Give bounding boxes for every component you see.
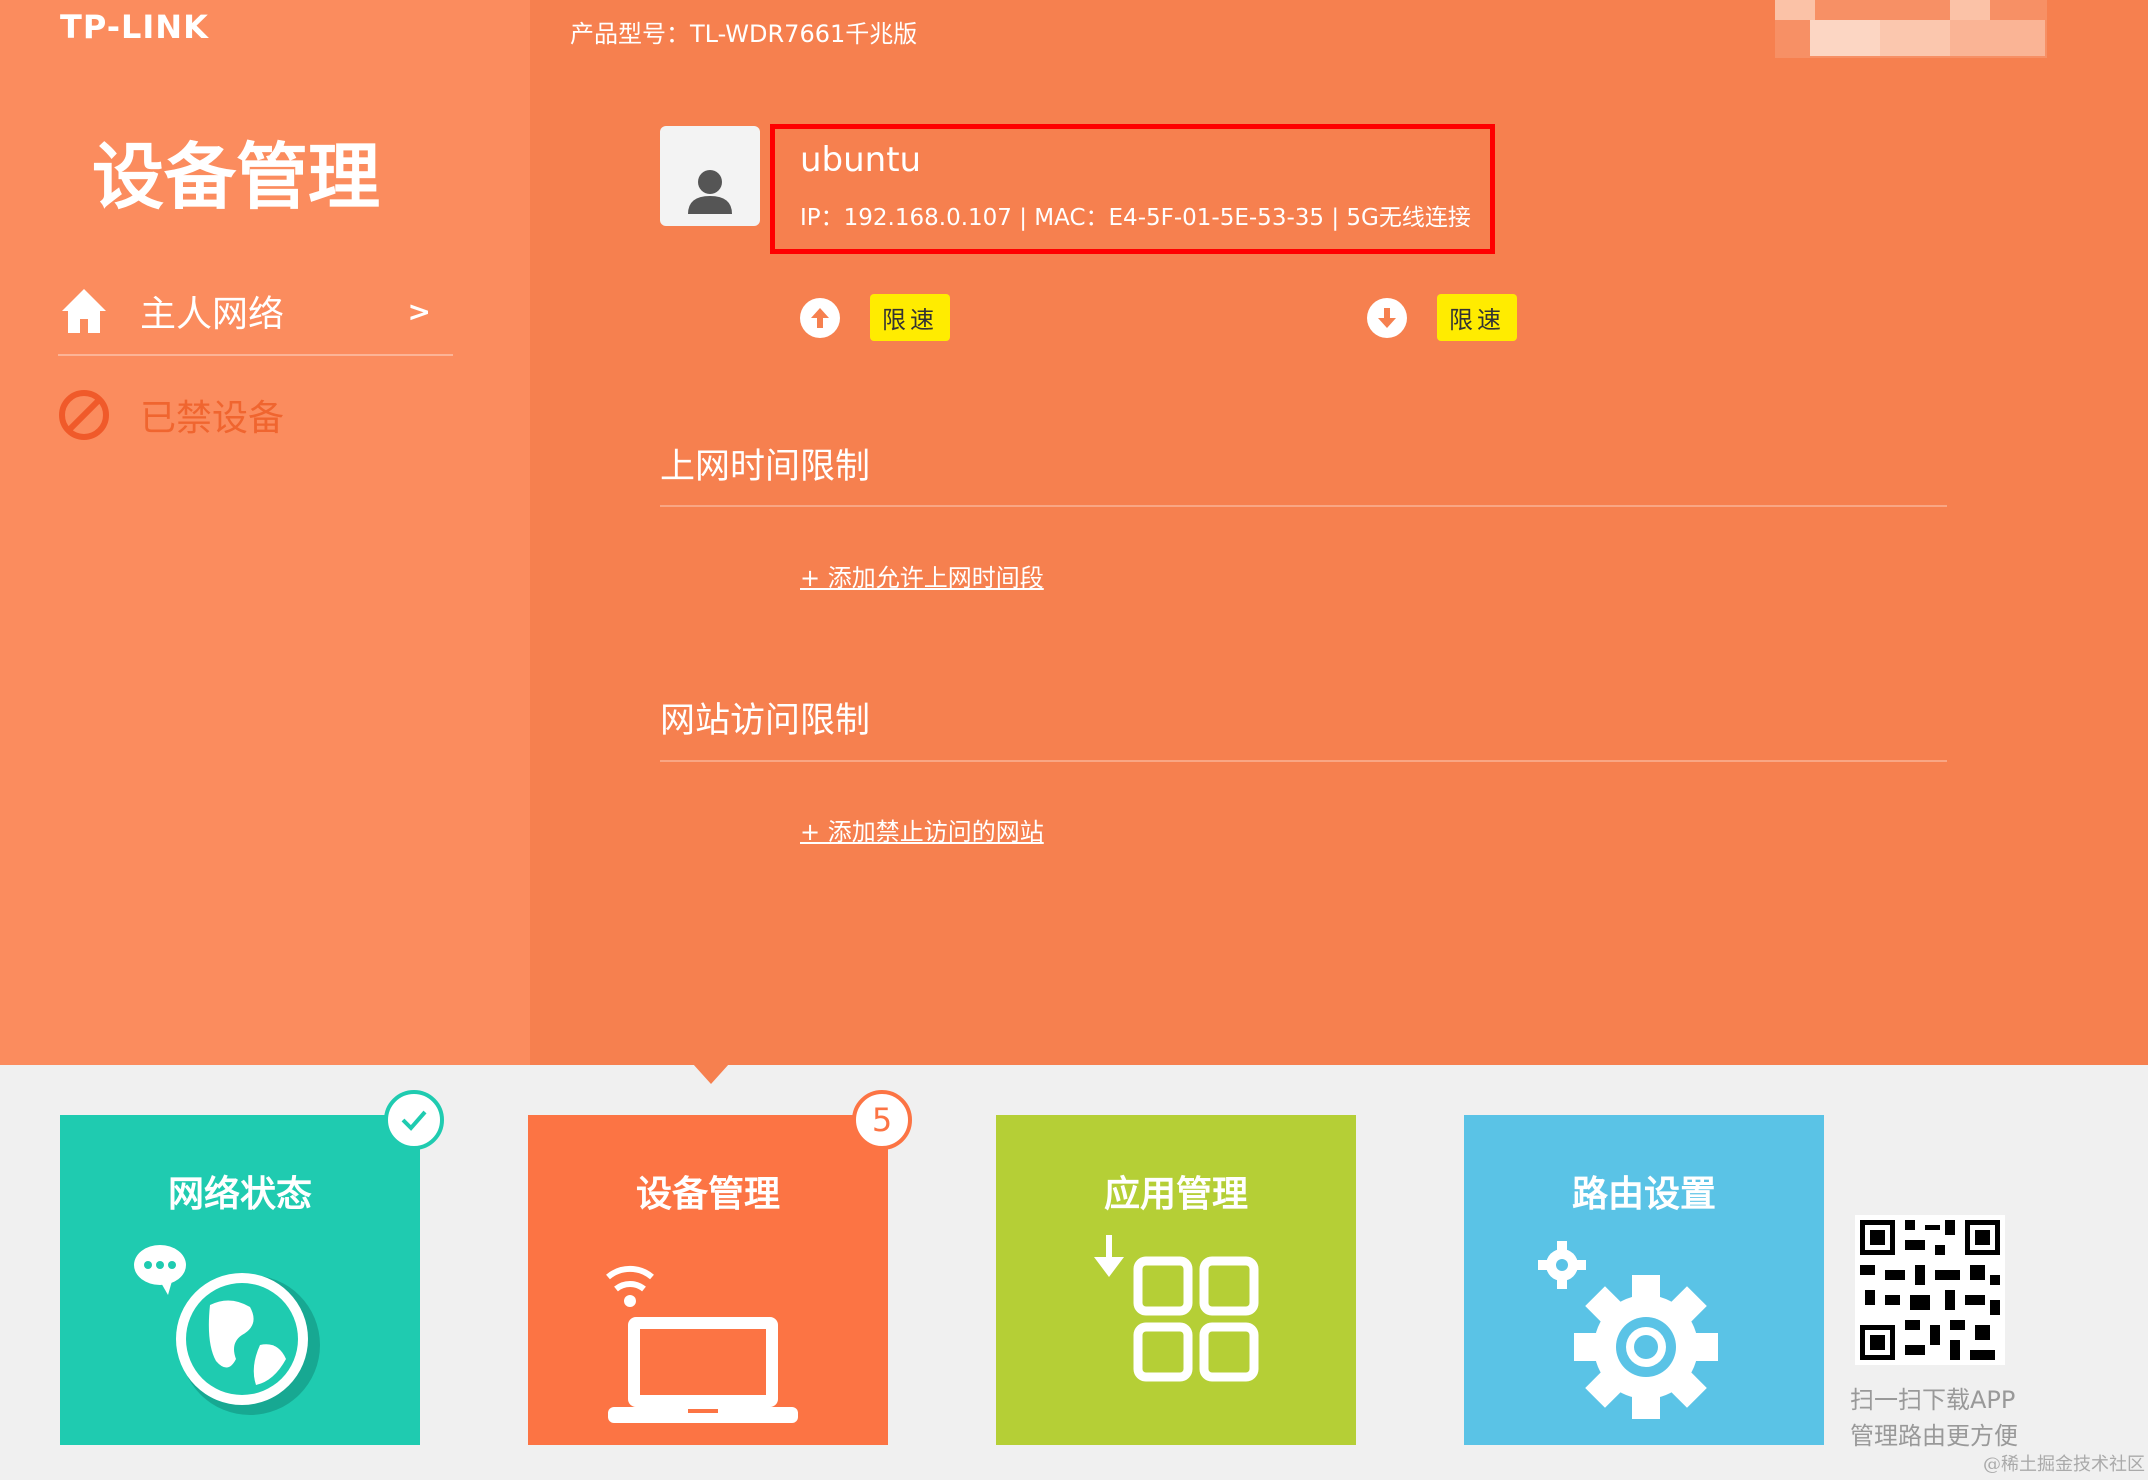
laptop-wifi-icon bbox=[606, 1265, 798, 1423]
upload-limit-button[interactable]: 限速 bbox=[870, 294, 950, 341]
device-info: IP：192.168.0.107 | MAC：E4-5F-01-5E-53-35… bbox=[800, 205, 1471, 231]
add-time-slot-link[interactable]: + 添加允许上网时间段 bbox=[800, 558, 1044, 593]
status-ok-badge bbox=[384, 1090, 444, 1150]
sidebar-item-label: 已禁设备 bbox=[140, 398, 285, 439]
tile-label: 网络状态 bbox=[167, 1174, 312, 1215]
brand-logo: TP-LINK bbox=[60, 8, 209, 46]
sidebar: TP-LINK 设备管理 主人网络 > 已禁设备 bbox=[0, 0, 530, 1065]
tile-label: 设备管理 bbox=[635, 1174, 780, 1215]
device-name: ubuntu bbox=[800, 140, 922, 180]
sidebar-title: 设备管理 bbox=[92, 135, 381, 219]
divider bbox=[660, 505, 1947, 507]
tile-app-management[interactable]: 应用管理 bbox=[996, 1115, 1356, 1445]
sidebar-item-banned-devices[interactable]: 已禁设备 bbox=[58, 380, 453, 450]
check-icon bbox=[401, 1110, 427, 1131]
site-limit-title: 网站访问限制 bbox=[660, 701, 871, 741]
user-icon bbox=[688, 170, 732, 214]
sidebar-item-host-network[interactable]: 主人网络 > bbox=[58, 268, 453, 356]
chevron-right-icon: > bbox=[407, 294, 431, 328]
tile-router-settings[interactable]: 路由设置 bbox=[1464, 1115, 1824, 1445]
qr-caption-line1: 扫一扫下载APP bbox=[1850, 1386, 2016, 1414]
upload-arrow-icon bbox=[800, 297, 840, 338]
tile-device-management[interactable]: 设备管理 bbox=[528, 1115, 888, 1445]
add-blocked-site-link[interactable]: + 添加禁止访问的网站 bbox=[800, 812, 1044, 847]
sidebar-item-label: 主人网络 bbox=[140, 294, 285, 335]
gear-icon bbox=[1538, 1241, 1718, 1419]
download-limit-button[interactable]: 限速 bbox=[1437, 294, 1517, 341]
watermark: @稀土掘金技术社区 bbox=[1983, 1454, 2145, 1475]
home-icon bbox=[62, 289, 106, 333]
globe-icon bbox=[134, 1245, 320, 1415]
time-limit-title: 上网时间限制 bbox=[660, 447, 871, 487]
upload-speed-limit: 限速 bbox=[800, 294, 950, 341]
product-model: 产品型号：TL-WDR7661千兆版 bbox=[570, 20, 918, 48]
tile-label: 应用管理 bbox=[1103, 1174, 1248, 1215]
tile-label: 路由设置 bbox=[1571, 1174, 1716, 1215]
qr-code bbox=[1855, 1215, 2005, 1365]
divider bbox=[660, 760, 1947, 762]
device-count-badge: 5 bbox=[852, 1090, 912, 1150]
active-tab-pointer bbox=[693, 1064, 729, 1084]
download-arrow-icon bbox=[1367, 297, 1407, 338]
ban-icon bbox=[59, 390, 109, 440]
blurred-region bbox=[1775, 0, 2047, 58]
qr-caption-line2: 管理路由更方便 bbox=[1850, 1422, 2018, 1450]
tile-network-status[interactable]: 网络状态 bbox=[60, 1115, 420, 1445]
device-avatar bbox=[660, 126, 760, 226]
download-speed-limit: 限速 bbox=[1367, 294, 1517, 341]
apps-grid-icon bbox=[1094, 1235, 1259, 1382]
